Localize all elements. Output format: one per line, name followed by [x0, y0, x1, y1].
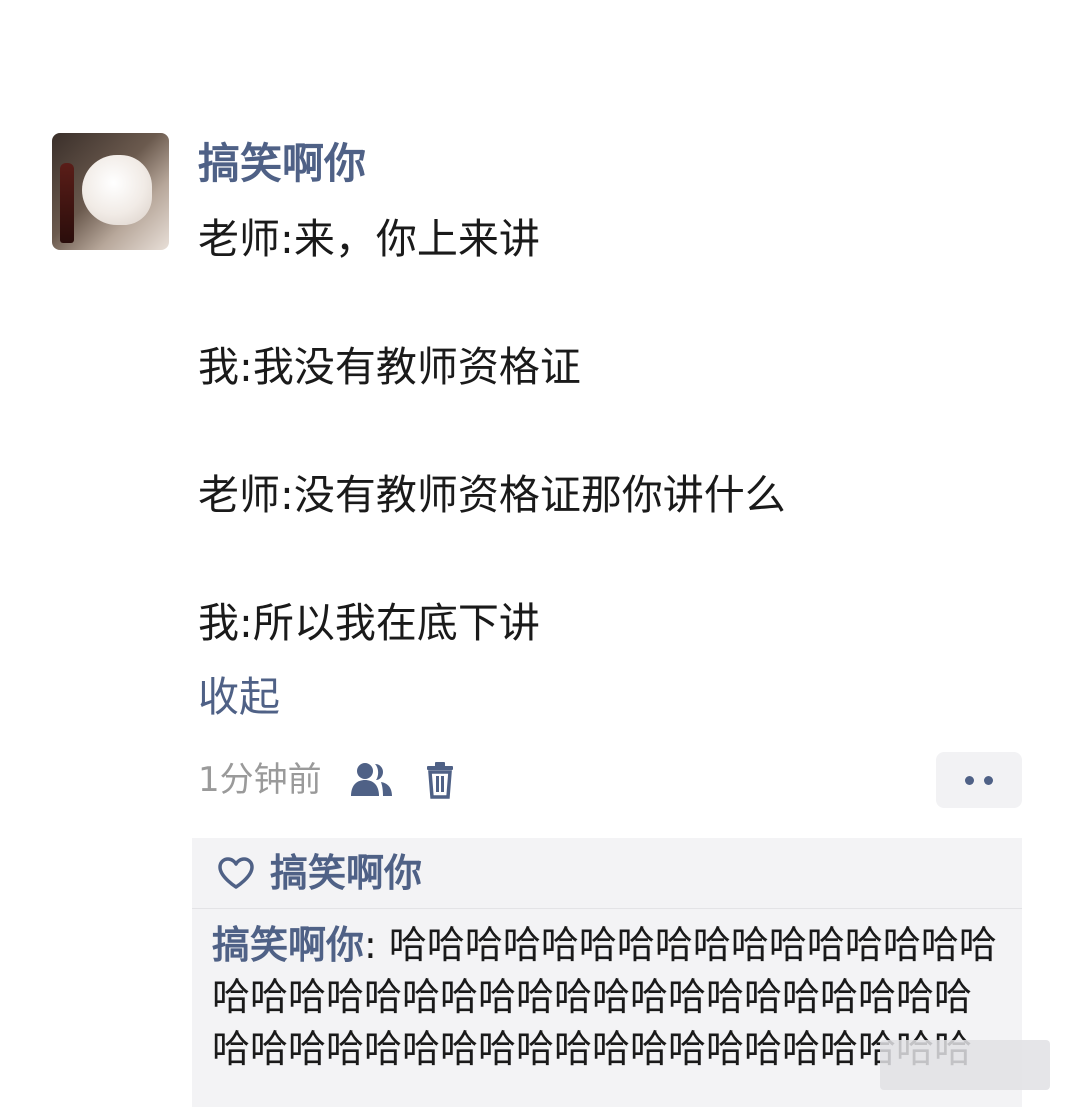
watermark [880, 1040, 1050, 1090]
more-dot [965, 775, 974, 785]
like-user-name[interactable]: 搞笑啊你 [270, 838, 422, 908]
post-username[interactable]: 搞笑啊你 [198, 136, 366, 192]
avatar-bottle [60, 163, 74, 243]
post-timestamp: 1分钟前 [198, 760, 322, 800]
post-body: 老师:来，你上来讲 我:我没有教师资格证 老师:没有教师资格证那你讲什么 我:所… [198, 207, 1018, 655]
more-button[interactable] [936, 752, 1022, 808]
post-meta-row: 1分钟前 [198, 752, 458, 808]
avatar-cat [82, 155, 152, 225]
likes-row: 搞笑啊你 [192, 838, 1022, 909]
post-line: 我:我没有教师资格证 [198, 343, 581, 391]
trash-icon[interactable] [422, 758, 458, 802]
more-dot [984, 775, 993, 785]
avatar[interactable] [52, 133, 169, 250]
collapse-link[interactable]: 收起 [198, 667, 280, 727]
heart-outline-icon [216, 853, 256, 893]
comment-separator: : [364, 923, 389, 967]
post-line: 老师:没有教师资格证那你讲什么 [198, 471, 786, 519]
comment-author[interactable]: 搞笑啊你 [212, 923, 364, 967]
friends-visibility-icon[interactable] [350, 758, 394, 802]
post-line: 老师:来，你上来讲 [198, 215, 540, 263]
post-line: 我:所以我在底下讲 [198, 599, 540, 647]
